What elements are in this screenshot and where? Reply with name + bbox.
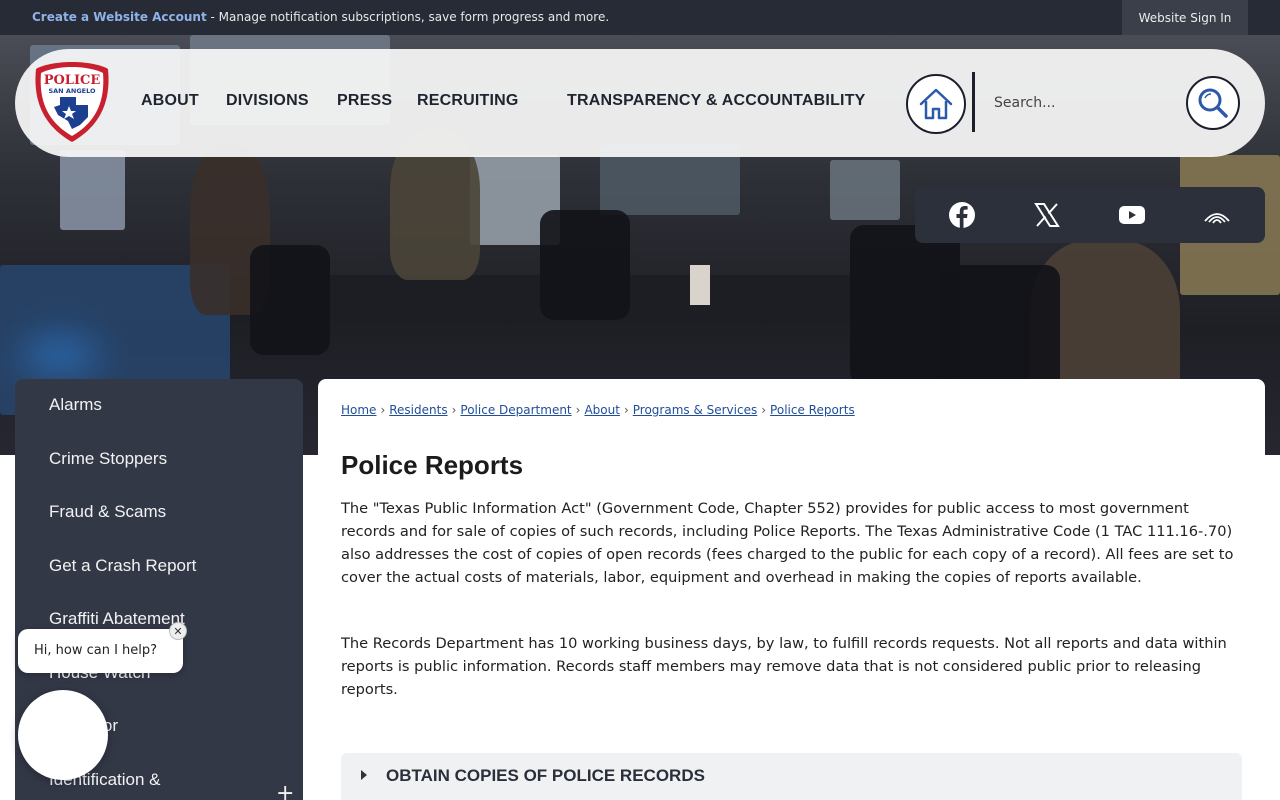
search-input[interactable] <box>986 86 1166 120</box>
breadcrumb-separator: › <box>575 403 581 417</box>
breadcrumb-police-reports[interactable]: Police Reports <box>770 403 855 417</box>
sidebar-item-fraud-scams[interactable]: Fraud & Scams <box>49 502 166 522</box>
home-button[interactable] <box>906 74 966 134</box>
breadcrumb: Home › Residents › Police Department › About › P… <box>341 403 855 417</box>
breadcrumb-residents[interactable]: Residents <box>389 403 447 417</box>
police-badge-logo[interactable]: POLICE SAN ANGELO <box>32 59 112 145</box>
top-utility-bar: Create a Website Account - Manage notifi… <box>0 0 1280 35</box>
paragraph-records-department: The Records Department has 10 working bu… <box>341 635 1227 698</box>
chat-close-button[interactable]: ✕ <box>169 622 187 640</box>
sidebar-item-graffiti-abatement[interactable]: Graffiti Abatement <box>49 609 185 629</box>
nav-divisions[interactable]: DIVISIONS <box>226 92 309 110</box>
page-title: Police Reports <box>341 450 524 480</box>
accordion-obtain-copies[interactable]: OBTAIN COPIES OF POLICE RECORDS <box>341 753 1242 800</box>
search-button[interactable] <box>1186 76 1240 130</box>
sidebar-item-alarms[interactable]: Alarms <box>49 395 102 415</box>
sidebar-item-crime-stoppers[interactable]: Crime Stoppers <box>49 449 167 469</box>
header-divider <box>972 72 975 132</box>
breadcrumb-about[interactable]: About <box>584 403 619 417</box>
expand-submenu-button[interactable]: + <box>276 781 294 800</box>
home-icon <box>919 88 953 120</box>
caret-right-icon <box>361 770 367 780</box>
nav-about[interactable]: ABOUT <box>141 92 199 110</box>
main-content <box>318 379 1265 800</box>
account-message: Create a Website Account - Manage notifi… <box>32 10 609 24</box>
nav-recruiting[interactable]: RECRUITING <box>417 92 519 110</box>
youtube-icon[interactable] <box>1117 200 1147 230</box>
facebook-icon[interactable] <box>947 200 977 230</box>
chat-launcher-button[interactable] <box>18 690 108 780</box>
x-twitter-icon[interactable] <box>1032 200 1062 230</box>
breadcrumb-programs-services[interactable]: Programs & Services <box>633 403 757 417</box>
logo-text-city: SAN ANGELO <box>48 87 96 95</box>
accordion-label: OBTAIN COPIES OF POLICE RECORDS <box>386 766 705 785</box>
breadcrumb-separator: › <box>451 403 457 417</box>
account-message-text: - Manage notification subscriptions, sav… <box>206 10 610 24</box>
create-account-link[interactable]: Create a Website Account <box>32 10 207 24</box>
chat-greeting-text: Hi, how can I help? <box>34 643 158 658</box>
logo-text-police: POLICE <box>44 73 101 88</box>
breadcrumb-police-department[interactable]: Police Department <box>460 403 571 417</box>
breadcrumb-home[interactable]: Home <box>341 403 376 417</box>
social-media-bar <box>915 187 1265 243</box>
nav-transparency-accountability[interactable]: TRANSPARENCY & ACCOUNTABILITY <box>567 92 866 110</box>
paragraph-public-information-act: The "Texas Public Information Act" (Gove… <box>341 500 1234 586</box>
sidebar-item-crash-report[interactable]: Get a Crash Report <box>49 556 196 576</box>
breadcrumb-separator: › <box>623 403 629 417</box>
nav-press[interactable]: PRESS <box>337 92 392 110</box>
breadcrumb-separator: › <box>380 403 386 417</box>
chat-greeting-bubble[interactable]: Hi, how can I help? <box>18 629 183 673</box>
nextdoor-icon[interactable] <box>1202 200 1232 230</box>
breadcrumb-separator: › <box>761 403 767 417</box>
search-icon <box>1198 88 1228 118</box>
website-sign-in-button[interactable]: Website Sign In <box>1122 0 1248 35</box>
